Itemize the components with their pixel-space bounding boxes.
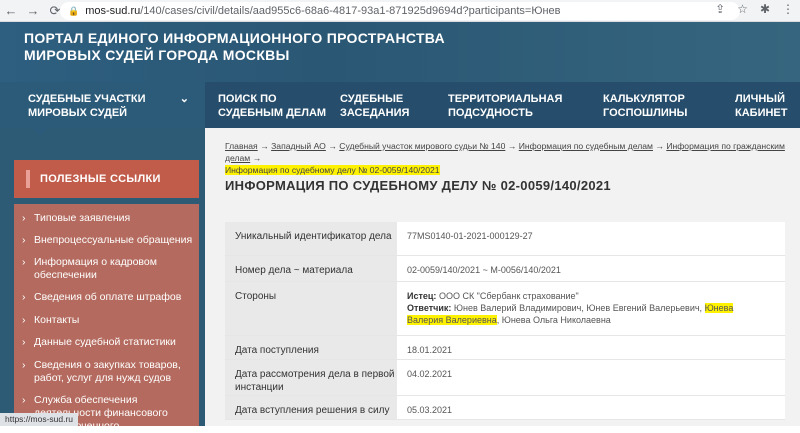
site-header: ПОРТАЛ ЕДИНОГО ИНФОРМАЦИОННОГО ПРОСТРАНС… (0, 22, 800, 82)
breadcrumb: Главная → Западный АО → Судебный участок… (225, 140, 785, 176)
link-typical-applications[interactable]: › Типовые заявления (22, 212, 130, 225)
bookmark-star-icon[interactable]: ☆ (737, 2, 748, 16)
link-procurement[interactable]: › Сведения о закупках товаров,работ, усл… (22, 359, 181, 385)
nav-court-districts[interactable]: СУДЕБНЫЕ УЧАСТКИ МИРОВЫХ СУДЕЙ ⌄ (0, 82, 205, 128)
nav-fee-calculator[interactable]: КАЛЬКУЛЯТОР ГОСПОШЛИНЫ (603, 82, 687, 120)
arrow-icon: › (22, 256, 34, 282)
sidebar: ПОЛЕЗНЫЕ ССЫЛКИ › Типовые заявления › Вн… (0, 128, 205, 426)
nav-personal-account[interactable]: ЛИЧНЫЙ КАБИНЕТ (735, 82, 787, 120)
url-host: mos-sud.ru (85, 5, 140, 17)
hearing-date-label: Дата рассмотрения дела в первой инстанци… (225, 360, 397, 395)
case-number-label: Номер дела ~ материала (225, 256, 397, 281)
menu-dots-icon[interactable]: ⋮ (782, 2, 794, 16)
nav-jurisdiction[interactable]: ТЕРРИТОРИАЛЬНАЯ ПОДСУДНОСТЬ (448, 82, 562, 120)
accent-bar (26, 170, 30, 188)
crumb-home[interactable]: Главная (225, 141, 258, 151)
arrow-icon: › (22, 359, 34, 385)
nav-case-search[interactable]: ПОИСК ПО СУДЕБНЫМ ДЕЛАМ (218, 82, 326, 120)
uid-value: 77MS0140-01-2021-000129-27 (397, 222, 785, 255)
effective-date-value: 05.03.2021 (397, 396, 785, 419)
useful-links-list: › Типовые заявления › Внепроцессуальные … (14, 204, 199, 426)
share-icon[interactable]: ⇪ (715, 2, 725, 16)
arrow-icon: › (22, 291, 34, 304)
status-bar-url: https://mos-sud.ru (0, 413, 78, 426)
arrow-icon: › (22, 314, 34, 327)
link-out-of-court-appeals[interactable]: › Внепроцессуальные обращения (22, 234, 192, 247)
arrow-icon: › (22, 336, 34, 349)
case-details-table: Уникальный идентификатор дела 77MS0140-0… (225, 222, 785, 420)
crumb-western-ao[interactable]: Западный АО (271, 141, 326, 151)
link-contacts[interactable]: › Контакты (22, 314, 79, 327)
link-statistics[interactable]: › Данные судебной статистики (22, 336, 176, 349)
url-path: /140/cases/civil/details/aad955c6-68a6-4… (140, 5, 560, 17)
address-bar[interactable]: 🔒 mos-sud.ru /140/cases/civil/details/aa… (60, 2, 740, 20)
useful-links-header: ПОЛЕЗНЫЕ ССЫЛКИ (14, 160, 199, 198)
highlighted-name: Валерия Валериевна (407, 315, 497, 325)
main-content: Главная → Западный АО → Судебный участок… (205, 128, 800, 426)
lock-icon: 🔒 (68, 6, 79, 17)
highlighted-name: Юнева (705, 303, 734, 313)
back-icon[interactable]: ← (0, 0, 22, 22)
forward-icon[interactable]: → (22, 0, 44, 22)
extensions-icon[interactable]: ✱ (760, 2, 770, 16)
received-label: Дата поступления (225, 336, 397, 359)
chevron-down-icon: ⌄ (180, 92, 189, 106)
browser-toolbar: ← → ⟳ 🔒 mos-sud.ru /140/cases/civil/deta… (0, 0, 800, 22)
table-row: Номер дела ~ материала 02-0059/140/2021 … (225, 256, 785, 282)
main-nav: СУДЕБНЫЕ УЧАСТКИ МИРОВЫХ СУДЕЙ ⌄ ПОИСК П… (0, 82, 800, 128)
table-row: Уникальный идентификатор дела 77MS0140-0… (225, 222, 785, 256)
page-title: ИНФОРМАЦИЯ ПО СУДЕБНОМУ ДЕЛУ № 02-0059/1… (225, 178, 611, 193)
table-row: Дата рассмотрения дела в первой инстанци… (225, 360, 785, 396)
nav-hearings[interactable]: СУДЕБНЫЕ ЗАСЕДАНИЯ (340, 82, 409, 120)
crumb-case-info[interactable]: Информация по судебным делам (519, 141, 653, 151)
crumb-current: Информация по судебному делу № 02-0059/1… (225, 165, 440, 175)
arrow-icon: › (22, 234, 34, 247)
link-fines-payment[interactable]: › Сведения об оплате штрафов (22, 291, 181, 304)
uid-label: Уникальный идентификатор дела (225, 222, 397, 255)
table-row: Стороны Истец: ООО СК "Сбербанк страхова… (225, 282, 785, 336)
parties-label: Стороны (225, 282, 397, 335)
received-value: 18.01.2021 (397, 336, 785, 359)
parties-value: Истец: ООО СК "Сбербанк страхование" Отв… (397, 282, 785, 335)
hearing-date-value: 04.02.2021 (397, 360, 785, 395)
table-row: Дата вступления решения в силу 05.03.202… (225, 396, 785, 420)
effective-date-label: Дата вступления решения в силу (225, 396, 397, 419)
crumb-court-district[interactable]: Судебный участок мирового судьи № 140 (339, 141, 505, 151)
arrow-icon: › (22, 212, 34, 225)
table-row: Дата поступления 18.01.2021 (225, 336, 785, 360)
nav-pointer (32, 128, 48, 136)
case-number-value: 02-0059/140/2021 ~ М-0056/140/2021 (397, 256, 785, 281)
link-staffing-info[interactable]: › Информация о кадровомобеспечении (22, 256, 157, 282)
portal-title[interactable]: ПОРТАЛ ЕДИНОГО ИНФОРМАЦИОННОГО ПРОСТРАНС… (24, 30, 445, 64)
